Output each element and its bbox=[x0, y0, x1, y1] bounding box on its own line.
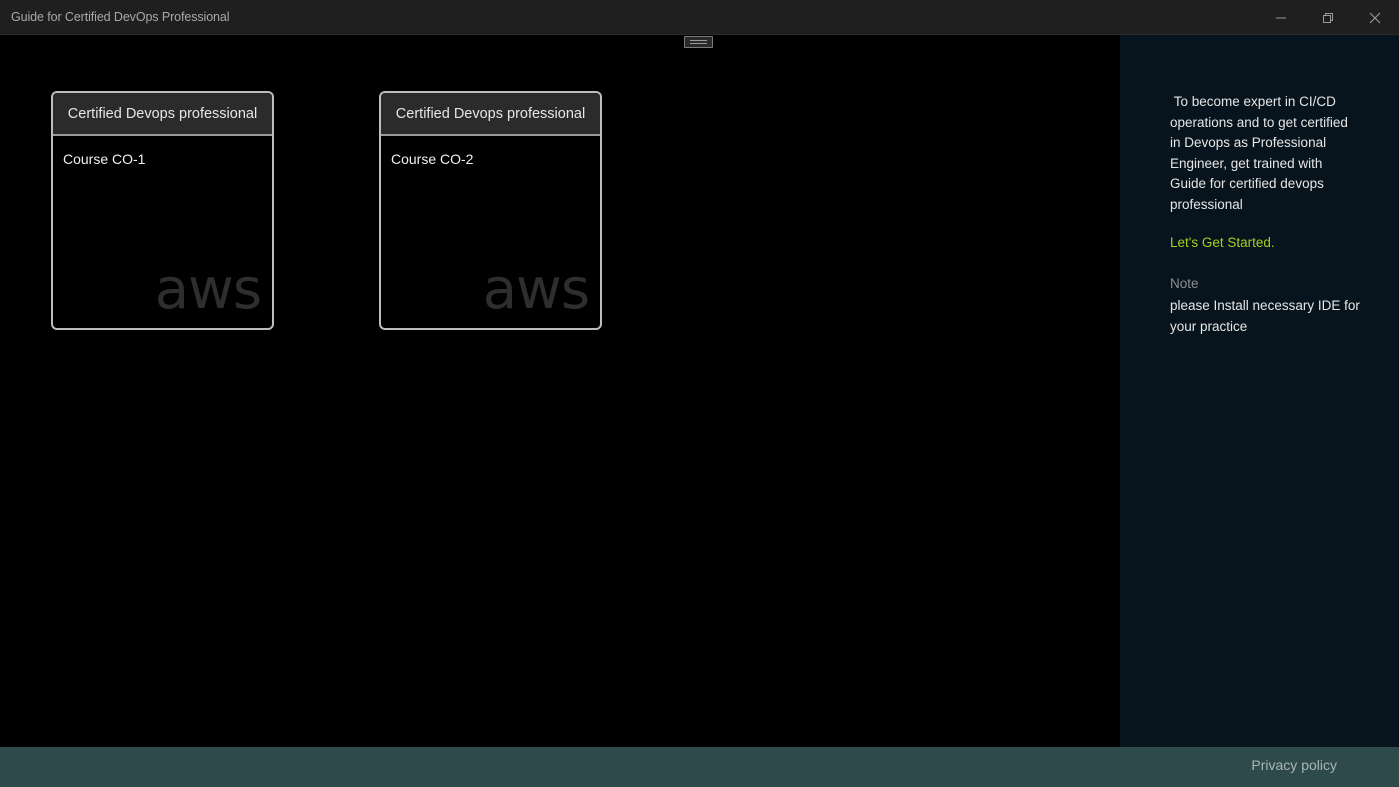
card-header: Certified Devops professional bbox=[53, 93, 272, 136]
app-bar-handle[interactable] bbox=[684, 36, 713, 48]
window-title: Guide for Certified DevOps Professional bbox=[11, 10, 230, 24]
aws-logo-watermark: aws bbox=[482, 257, 590, 322]
get-started-link[interactable]: Let's Get Started. bbox=[1170, 235, 1275, 250]
card-course-label: Course CO-1 bbox=[63, 151, 146, 167]
close-icon bbox=[1369, 12, 1381, 23]
side-description: To become expert in CI/CD operations and… bbox=[1170, 94, 1352, 212]
card-header: Certified Devops professional bbox=[381, 93, 600, 136]
app-window: Guide for Certified DevOps Professional … bbox=[0, 0, 1399, 787]
close-button[interactable] bbox=[1352, 0, 1398, 35]
note-title: Note bbox=[1170, 276, 1199, 291]
course-card-co1[interactable]: Certified Devops professional Course CO-… bbox=[51, 91, 274, 330]
privacy-policy-link[interactable]: Privacy policy bbox=[1251, 757, 1337, 773]
title-bar[interactable]: Guide for Certified DevOps Professional bbox=[0, 0, 1399, 35]
course-card-co2[interactable]: Certified Devops professional Course CO-… bbox=[379, 91, 602, 330]
minimize-icon bbox=[1276, 17, 1286, 18]
card-course-label: Course CO-2 bbox=[391, 151, 474, 167]
minimize-button[interactable] bbox=[1258, 0, 1304, 35]
footer-bar: Privacy policy bbox=[0, 747, 1399, 787]
restore-icon bbox=[1323, 12, 1333, 23]
aws-logo-watermark: aws bbox=[154, 257, 262, 322]
restore-button[interactable] bbox=[1305, 0, 1351, 35]
note-text: please Install necessary IDE for your pr… bbox=[1170, 298, 1360, 334]
info-side-panel: To become expert in CI/CD operations and… bbox=[1120, 35, 1399, 747]
